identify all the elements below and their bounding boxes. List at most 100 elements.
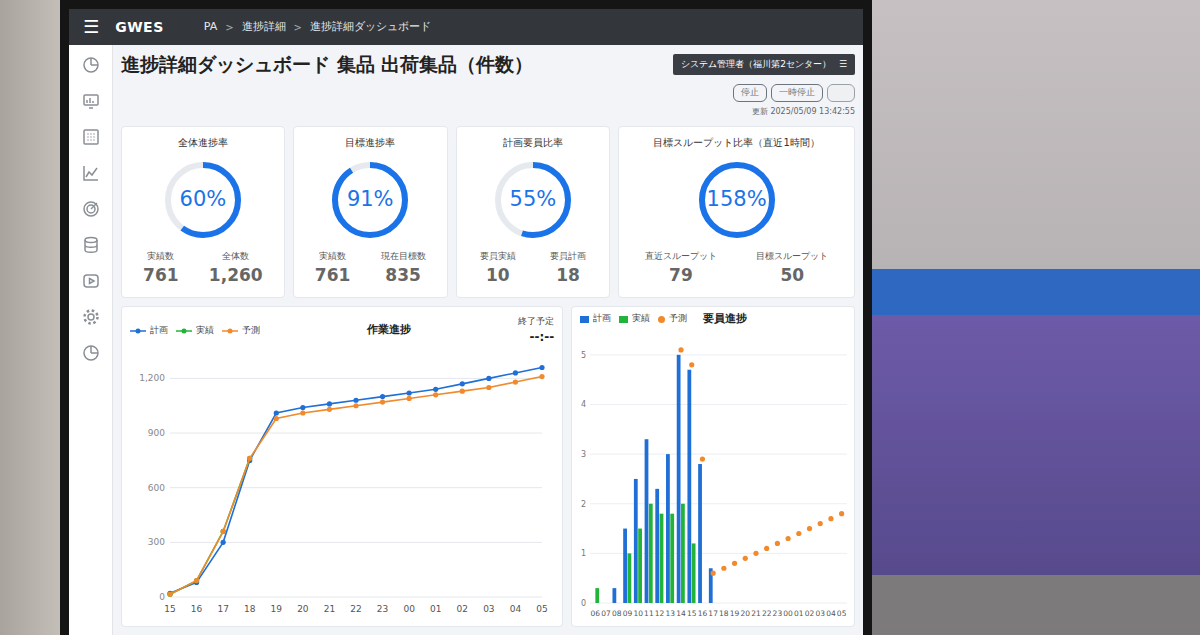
icon-shape (84, 311, 97, 324)
user-menu-icon[interactable]: ☰ (839, 58, 847, 72)
updated-time: 更新 2025/05/09 13:42:55 (752, 106, 855, 118)
breadcrumb-item[interactable]: 進捗詳細ダッシュボード (310, 19, 431, 36)
x-tick: 05 (536, 604, 547, 614)
data-point (539, 374, 544, 379)
gauge-card: 目標進捗率91%実績数761現在目標数835 (293, 126, 448, 298)
legend-point (182, 328, 187, 333)
gauge-fill (168, 165, 238, 235)
y-tick: 4 (581, 401, 586, 410)
icon-shape (84, 346, 98, 360)
gauge-center: 91% (328, 158, 412, 242)
data-bar (688, 370, 692, 603)
gauge-track (498, 165, 568, 235)
icon-shape (84, 95, 98, 105)
x-tick: 03 (816, 609, 826, 618)
stat-label: 目標スループット (756, 250, 828, 264)
title-row: 進捗詳細ダッシュボード 集品 出荷集品（件数）システム管理者（福川第2センター）… (121, 53, 855, 76)
breadcrumb-item[interactable]: PA (204, 19, 217, 36)
line-chart-icon[interactable] (81, 163, 101, 183)
data-point (732, 561, 737, 566)
gauge-value: 55% (510, 184, 557, 216)
legend-item: 予測 (658, 312, 687, 326)
gauge-card: 全体進捗率60%実績数761全体数1,260 (121, 126, 285, 298)
grid-line (590, 404, 847, 405)
x-tick: 15 (687, 609, 697, 618)
pie-chart-icon[interactable] (81, 55, 101, 75)
legend-item: 実績 (619, 312, 650, 326)
data-point (407, 391, 412, 396)
x-tick: 19 (271, 604, 283, 614)
y-tick: 5 (581, 351, 586, 360)
stat-value: 761 (315, 263, 351, 289)
gauge-stat: 実績数761 (315, 250, 351, 289)
gauge-title: 目標スループット比率（直近1時間） (653, 135, 819, 150)
x-tick: 06 (591, 609, 601, 618)
staffing-chart-card: 計画実績予測要員進捗012345060708091011121314151617… (571, 306, 855, 627)
x-tick: 21 (751, 609, 761, 618)
play-icon[interactable] (81, 271, 101, 291)
conveyor (872, 315, 1200, 575)
data-bar (623, 529, 627, 603)
icon-shape (84, 130, 98, 144)
icon-shape (84, 58, 98, 72)
stat-label: 要員実績 (480, 250, 516, 264)
data-point (380, 394, 385, 399)
x-tick: 12 (655, 609, 665, 618)
data-bar (656, 489, 660, 603)
y-tick: 1 (581, 550, 586, 559)
y-tick: 1,200 (139, 374, 165, 384)
x-tick: 17 (217, 604, 228, 614)
gauge-value: 60% (180, 184, 227, 216)
x-tick: 20 (741, 609, 751, 618)
legend-item: 予測 (222, 324, 260, 338)
gauge-value: 91% (347, 184, 394, 216)
gauge-stat: 直近スループット79 (645, 250, 717, 289)
chart-title: 要員進捗 (703, 311, 747, 328)
gauge-track (335, 165, 405, 235)
app-body: 進捗詳細ダッシュボード 集品 出荷集品（件数）システム管理者（福川第2センター）… (69, 45, 863, 635)
legend-label: 予測 (242, 324, 260, 338)
gauge-stat: 全体数1,260 (209, 250, 263, 289)
icon-shape (85, 238, 97, 243)
report-icon[interactable] (81, 343, 101, 363)
target-icon[interactable] (81, 199, 101, 219)
icon-shape (88, 314, 94, 320)
gear-icon[interactable] (81, 307, 101, 327)
breadcrumb-item[interactable]: 進捗詳細 (242, 19, 286, 36)
crates (872, 269, 1200, 315)
data-point (327, 407, 332, 412)
menu-icon[interactable]: ☰ (83, 18, 99, 36)
x-tick: 00 (784, 609, 794, 618)
data-bar (666, 454, 670, 603)
data-point (807, 526, 812, 531)
legend-label: 実績 (196, 324, 214, 338)
progress-chart-card: 計画実績予測作業進捗終了予定--:--03006009001,200151617… (121, 306, 563, 627)
stat-value: 835 (385, 263, 421, 289)
chart-title: 作業進捗 (367, 322, 411, 339)
x-tick: 13 (666, 609, 676, 618)
icon-shape (86, 168, 97, 177)
breadcrumbs: PA>進捗詳細>進捗詳細ダッシュボード (204, 19, 431, 36)
gauge-track (168, 165, 238, 235)
database-icon[interactable] (81, 235, 101, 255)
data-point (486, 376, 491, 381)
legend-point (136, 328, 141, 333)
data-point (786, 536, 791, 541)
legend-swatch-icon (580, 316, 589, 323)
control-button (827, 84, 855, 102)
data-point (689, 362, 694, 367)
data-bar (634, 479, 638, 603)
legend-point (228, 328, 233, 333)
user-bar: システム管理者（福川第2センター）☰ (673, 54, 855, 76)
gauge-stat: 目標スループット50 (756, 250, 828, 289)
monitor-chart-icon[interactable] (81, 91, 101, 111)
control-button[interactable]: 停止 (733, 84, 767, 102)
data-point (167, 592, 172, 597)
legend-label: 計画 (150, 324, 168, 338)
x-tick: 02 (805, 609, 815, 618)
control-button[interactable]: 一時停止 (771, 84, 823, 102)
data-point (247, 456, 252, 461)
grid-icon[interactable] (81, 127, 101, 147)
x-tick: 10 (634, 609, 644, 618)
data-point (167, 592, 172, 597)
